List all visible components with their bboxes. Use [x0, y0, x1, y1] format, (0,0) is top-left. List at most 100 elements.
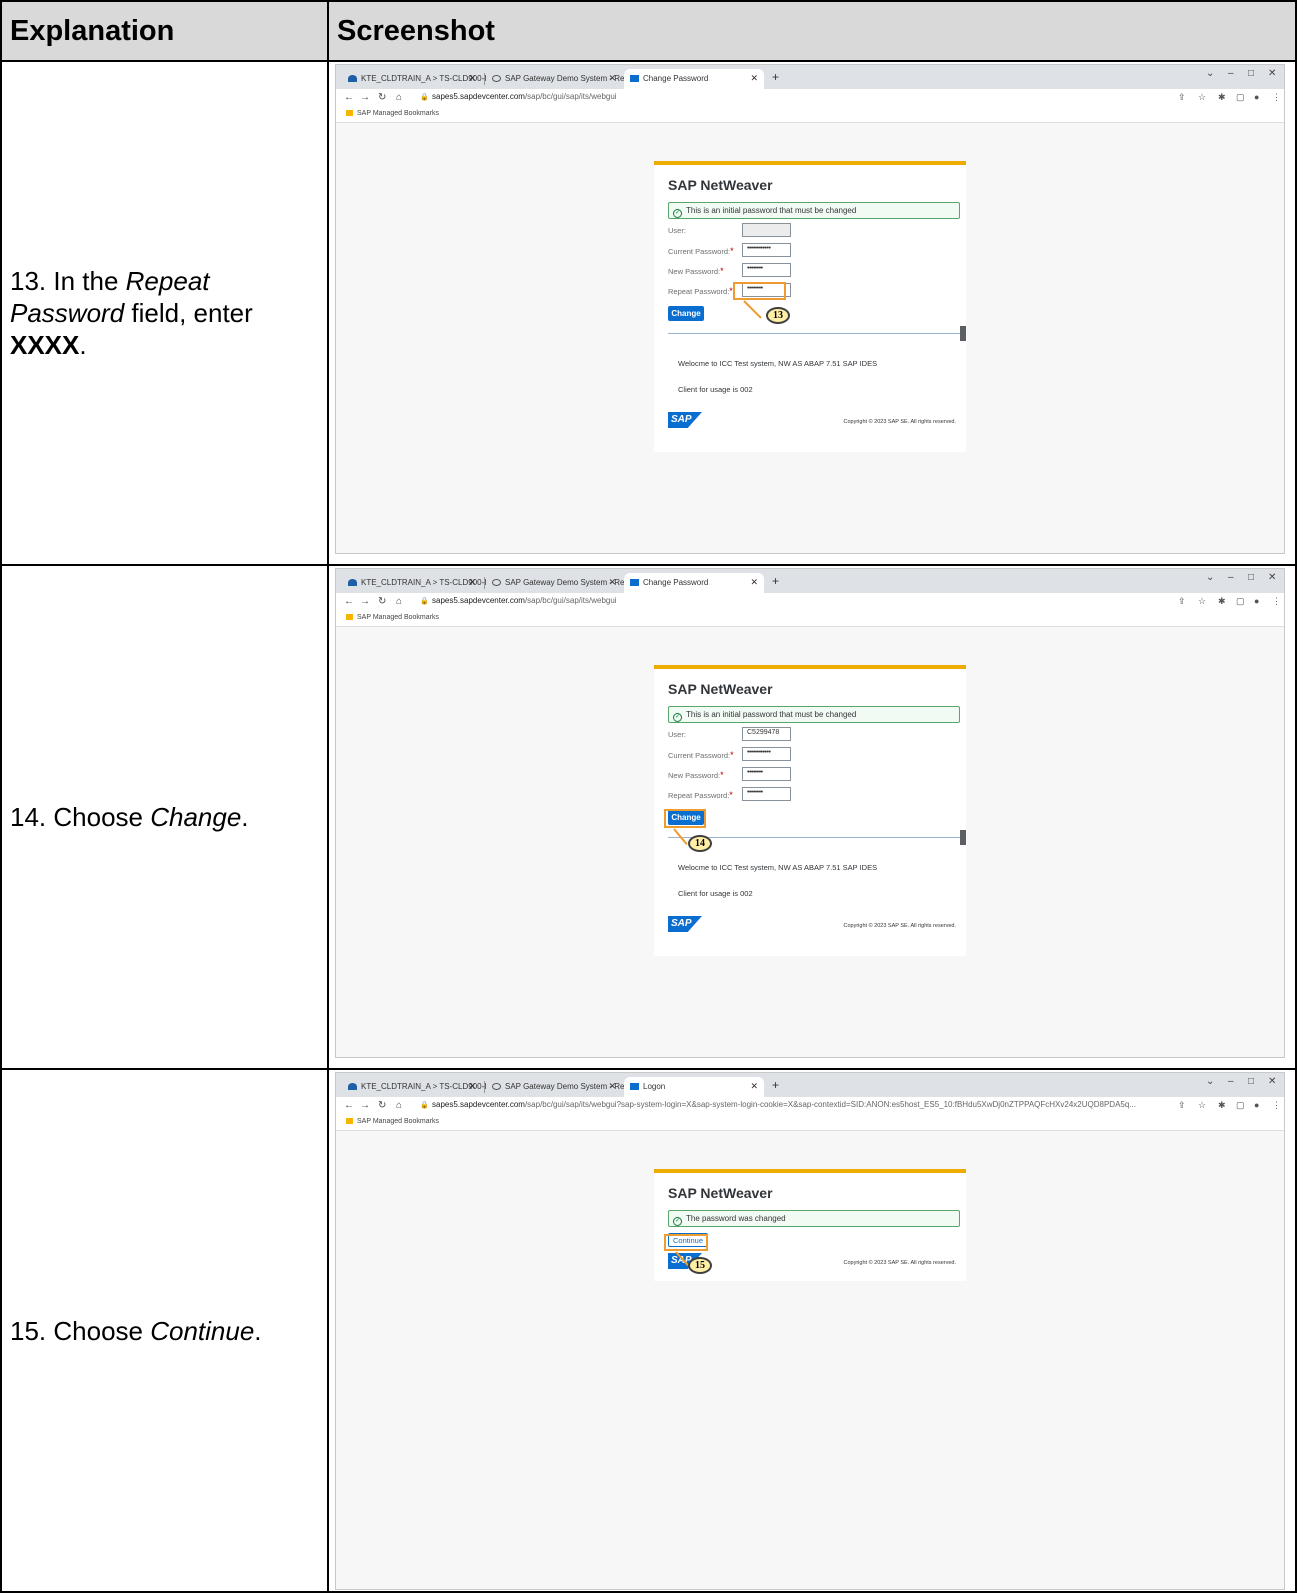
tab-active[interactable]: Change Password ✕ [624, 69, 764, 89]
extensions-icon[interactable]: ✱ [1218, 1100, 1226, 1111]
close-icon[interactable]: ✕ [750, 1081, 758, 1092]
reload-icon[interactable]: ↻ [378, 92, 386, 103]
home-icon[interactable]: ⌂ [396, 596, 402, 607]
star-icon[interactable]: ☆ [1198, 92, 1206, 103]
chevron-down-icon[interactable]: ⌄ [1206, 68, 1214, 79]
share-icon[interactable]: ⇪ [1178, 596, 1186, 607]
scroll-handle[interactable] [960, 326, 966, 341]
tab-ktecldtrain[interactable]: KTE_CLDTRAIN_A > TS-CLD900-I ✕ [342, 1077, 486, 1097]
current-password-input[interactable]: •••••••••••• [742, 747, 791, 761]
new-password-input[interactable]: •••••••• [742, 263, 791, 277]
close-icon[interactable]: ✕ [608, 73, 616, 84]
menu-icon[interactable]: ⋮ [1272, 1100, 1281, 1111]
minimize-icon[interactable]: – [1228, 572, 1234, 583]
tab-bar: KTE_CLDTRAIN_A > TS-CLD900-I ✕ SAP Gatewa… [336, 1073, 1284, 1097]
check-icon: ✓ [673, 1217, 682, 1226]
window-close-icon[interactable]: ✕ [1268, 68, 1276, 79]
url-field[interactable]: sapes5.sapdevcenter.com/sap/bc/gui/sap/i… [432, 92, 617, 101]
back-icon[interactable]: ← [344, 1100, 354, 1111]
step-target: Change [150, 802, 242, 832]
chevron-down-icon[interactable]: ⌄ [1206, 1076, 1214, 1087]
maximize-icon[interactable]: □ [1248, 68, 1254, 79]
share-icon[interactable]: ⇪ [1178, 1100, 1186, 1111]
sidepanel-icon[interactable]: ▢ [1236, 92, 1245, 103]
url-field[interactable]: sapes5.sapdevcenter.com/sap/bc/gui/sap/i… [432, 596, 617, 605]
tab-sap-gateway[interactable]: SAP Gateway Demo System - Re ✕ [486, 1077, 624, 1097]
minimize-icon[interactable]: – [1228, 1076, 1234, 1087]
tab-ktecldtrain[interactable]: KTE_CLDTRAIN_A > TS-CLD900-I ✕ [342, 573, 486, 593]
extensions-icon[interactable]: ✱ [1218, 92, 1226, 103]
tab-ktecldtrain[interactable]: KTE_CLDTRAIN_A > TS-CLD900-I ✕ [342, 69, 486, 89]
close-icon[interactable]: ✕ [608, 577, 616, 588]
sap-logo: SAP [668, 916, 702, 932]
close-icon[interactable]: ✕ [468, 73, 476, 84]
back-icon[interactable]: ← [344, 92, 354, 103]
home-icon[interactable]: ⌂ [396, 92, 402, 103]
field-repeat-password: Repeat Password:* •••••••• [668, 786, 966, 803]
close-icon[interactable]: ✕ [468, 577, 476, 588]
new-tab-icon[interactable]: + [772, 574, 779, 588]
scroll-handle[interactable] [960, 830, 966, 845]
bookmark-folder[interactable]: SAP Managed Bookmarks [357, 110, 439, 117]
profile-icon[interactable]: ● [1254, 596, 1259, 606]
tab-active[interactable]: Logon ✕ [624, 1077, 764, 1097]
tab-sap-gateway[interactable]: SAP Gateway Demo System - Re ✕ [486, 573, 624, 593]
new-tab-icon[interactable]: + [772, 70, 779, 84]
card-footer: SAP Copyright © 2023 SAP SE. All rights … [668, 1253, 966, 1281]
profile-icon[interactable]: ● [1254, 92, 1259, 102]
back-icon[interactable]: ← [344, 596, 354, 607]
product-title: SAP NetWeaver [668, 177, 773, 193]
reload-icon[interactable]: ↻ [378, 596, 386, 607]
window-close-icon[interactable]: ✕ [1268, 572, 1276, 583]
new-password-input[interactable]: •••••••• [742, 767, 791, 781]
reload-icon[interactable]: ↻ [378, 1100, 386, 1111]
maximize-icon[interactable]: □ [1248, 1076, 1254, 1087]
bookmark-folder[interactable]: SAP Managed Bookmarks [357, 1118, 439, 1125]
step-text: . [241, 802, 249, 832]
sidepanel-icon[interactable]: ▢ [1236, 1100, 1245, 1111]
star-icon[interactable]: ☆ [1198, 596, 1206, 607]
menu-icon[interactable]: ⋮ [1272, 596, 1281, 607]
share-icon[interactable]: ⇪ [1178, 92, 1186, 103]
close-icon[interactable]: ✕ [468, 1081, 476, 1092]
welcome-text: Welocme to ICC Test system, NW AS ABAP 7… [678, 359, 878, 368]
forward-icon[interactable]: → [360, 92, 370, 103]
menu-icon[interactable]: ⋮ [1272, 92, 1281, 103]
address-bar: ← → ↻ ⌂ 🔒 sapes5.sapdevcenter.com/sap/bc… [336, 89, 1284, 107]
url-field[interactable]: sapes5.sapdevcenter.com/sap/bc/gui/sap/i… [432, 1100, 1162, 1109]
lock-icon: 🔒 [420, 598, 429, 605]
bookmarks-bar: SAP Managed Bookmarks [336, 107, 1284, 123]
star-icon[interactable]: ☆ [1198, 1100, 1206, 1111]
tab-active[interactable]: Change Password ✕ [624, 573, 764, 593]
browser-window: KTE_CLDTRAIN_A > TS-CLD900-I ✕ SAP Gatewa… [335, 1072, 1285, 1590]
close-icon[interactable]: ✕ [750, 73, 758, 84]
tab-sap-gateway[interactable]: SAP Gateway Demo System - Re ✕ [486, 69, 624, 89]
bookmark-folder[interactable]: SAP Managed Bookmarks [357, 614, 439, 621]
current-password-input[interactable]: •••••••••••• [742, 243, 791, 257]
profile-icon[interactable]: ● [1254, 1100, 1259, 1110]
product-title: SAP NetWeaver [668, 1185, 773, 1201]
close-icon[interactable]: ✕ [750, 577, 758, 588]
forward-icon[interactable]: → [360, 596, 370, 607]
globe-icon [492, 579, 501, 586]
forward-icon[interactable]: → [360, 1100, 370, 1111]
repeat-password-input[interactable]: •••••••• [742, 787, 791, 801]
step-15-screenshot-cell: KTE_CLDTRAIN_A > TS-CLD900-I ✕ SAP Gatewa… [327, 1068, 1297, 1593]
user-input[interactable]: C5299478 [742, 727, 791, 741]
maximize-icon[interactable]: □ [1248, 572, 1254, 583]
sidepanel-icon[interactable]: ▢ [1236, 596, 1245, 607]
home-icon[interactable]: ⌂ [396, 1100, 402, 1111]
user-input[interactable] [742, 223, 791, 237]
required-marker: * [729, 790, 733, 800]
minimize-icon[interactable]: – [1228, 68, 1234, 79]
close-icon[interactable]: ✕ [608, 1081, 616, 1092]
success-message: ✓ This is an initial password that must b… [668, 706, 960, 723]
change-button[interactable]: Change [668, 306, 704, 321]
new-tab-icon[interactable]: + [772, 1078, 779, 1092]
copyright-text: Copyright © 2023 SAP SE. All rights rese… [843, 923, 956, 929]
check-icon: ✓ [673, 209, 682, 218]
chevron-down-icon[interactable]: ⌄ [1206, 572, 1214, 583]
window-close-icon[interactable]: ✕ [1268, 1076, 1276, 1087]
extensions-icon[interactable]: ✱ [1218, 596, 1226, 607]
browser-window: KTE_CLDTRAIN_A > TS-CLD900-I ✕ SAP Gatewa… [335, 64, 1285, 554]
